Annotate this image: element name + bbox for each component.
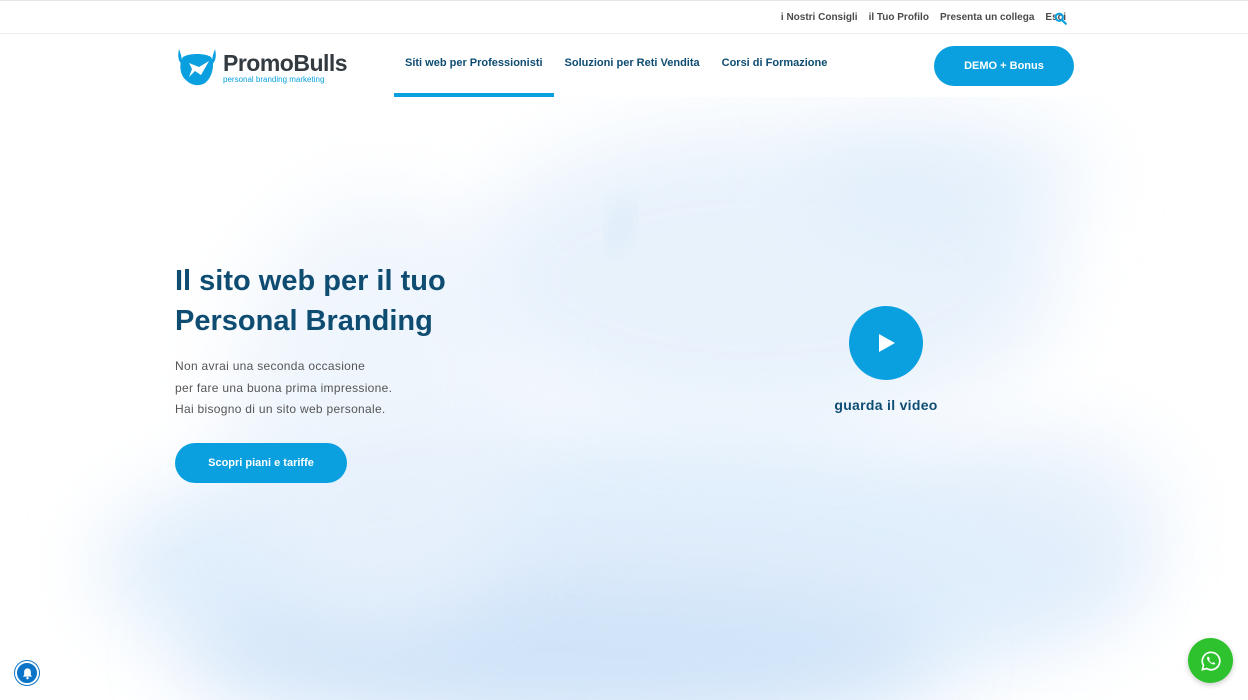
bell-icon[interactable] [15,661,39,685]
logo-name: PromoBulls [223,50,348,76]
hero-description: Non avrai una seconda occasione per fare… [175,356,495,421]
logo-text: PromoBulls personal branding marketing [223,47,348,84]
top-link-presenta[interactable]: Presenta un collega [940,12,1034,23]
hero-text-line-2: per fare una buona prima impressione. [175,380,393,395]
nav-item-corsi[interactable]: Corsi di Formazione [711,34,839,97]
main-header: PromoBulls personal branding marketing S… [0,34,1248,97]
nav-item-reti-vendita[interactable]: Soluzioni per Reti Vendita [554,34,711,97]
play-icon [879,334,895,352]
whatsapp-icon[interactable] [1188,638,1233,683]
bull-logo-icon [178,49,216,86]
hero-title: Il sito web per il tuo Personal Branding [175,261,575,341]
scopri-piani-button[interactable]: Scopri piani e tariffe [175,443,347,483]
video-label[interactable]: guarda il video [786,397,986,413]
top-link-profilo[interactable]: il Tuo Profilo [869,12,929,23]
notification-bell-glyph [22,667,32,679]
logo[interactable]: PromoBulls personal branding marketing [175,47,350,87]
whatsapp-glyph [1200,650,1221,671]
demo-bonus-button[interactable]: DEMO + Bonus [934,46,1074,86]
hero-text-line-3: Hai bisogno di un sito web personale. [175,402,386,416]
hero-title-line-2: Personal Branding [175,305,433,337]
top-link-consigli[interactable]: i Nostri Consigli [781,12,858,23]
hero-title-line-1: Il sito web per il tuo [175,265,446,297]
play-video-button[interactable] [849,306,923,380]
nav-item-siti-web[interactable]: Siti web per Professionisti [394,34,554,97]
search-icon[interactable] [1054,12,1067,25]
top-links: i Nostri Consigli il Tuo Profilo Present… [781,12,1066,23]
logo-tagline: personal branding marketing [223,75,325,84]
main-nav: Siti web per Professionisti Soluzioni pe… [394,34,838,97]
hero-section: Il sito web per il tuo Personal Branding… [0,97,1248,700]
top-bar: i Nostri Consigli il Tuo Profilo Present… [0,0,1248,34]
hero-text-line-1: Non avrai una seconda occasione [175,359,366,373]
